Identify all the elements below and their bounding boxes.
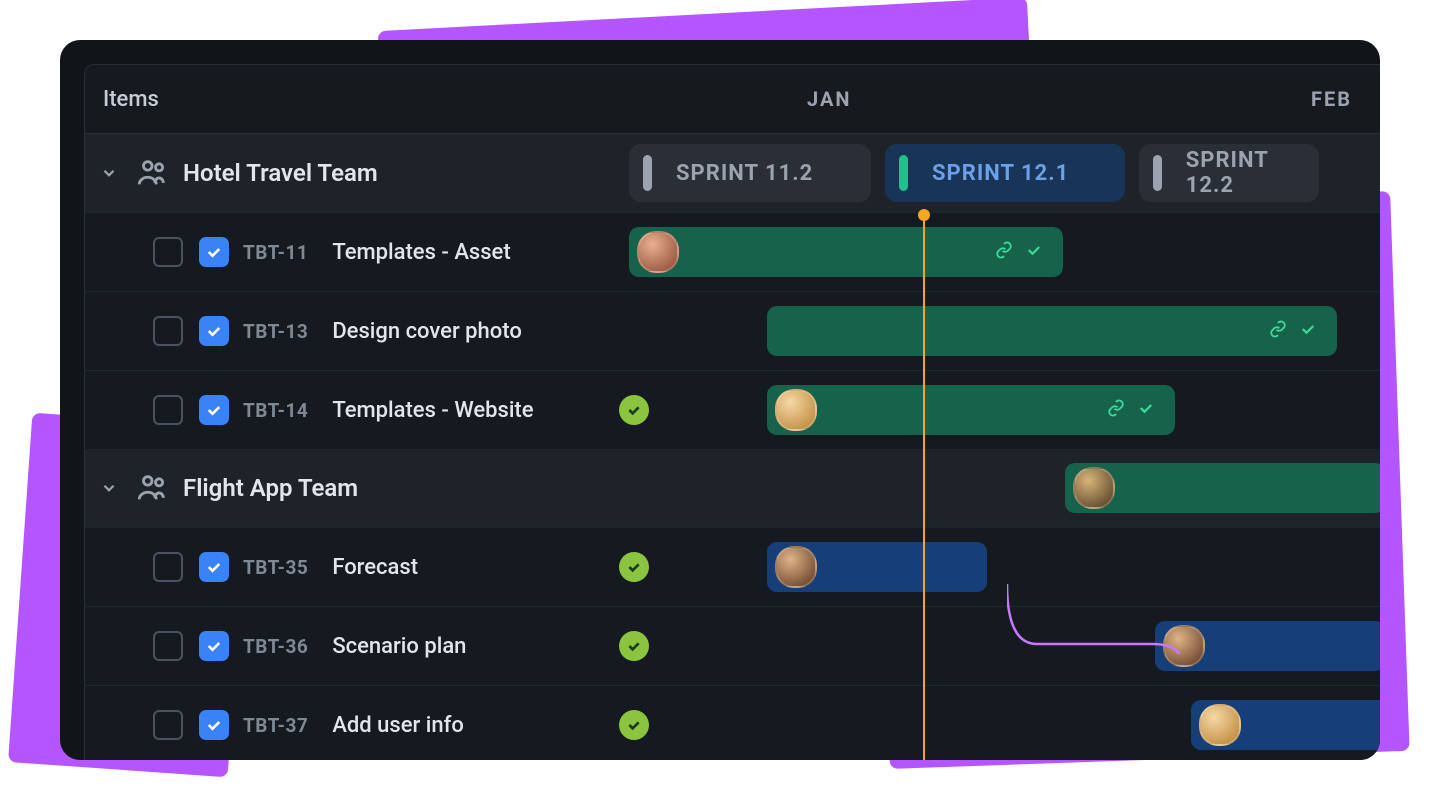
team-icon (135, 471, 169, 505)
check-icon (1137, 399, 1155, 421)
chevron-down-icon[interactable] (91, 470, 127, 506)
task-title: Design cover photo (332, 319, 522, 344)
sprint-handle (643, 155, 652, 191)
checkbox-unchecked[interactable] (153, 237, 183, 267)
task-id: TBT-11 (243, 241, 308, 264)
task-row: TBT-36 Scenario plan (85, 606, 1380, 685)
avatar (1199, 704, 1241, 746)
check-icon (1299, 320, 1317, 342)
today-marker-dot (918, 209, 930, 221)
checkbox-checked[interactable] (199, 710, 229, 740)
checkbox-checked[interactable] (199, 552, 229, 582)
status-done-icon (619, 552, 649, 582)
timeline-header: Items JAN FEB (85, 65, 1380, 134)
team-name: Flight App Team (183, 474, 358, 502)
sprint-label: SPRINT 11.2 (676, 161, 813, 186)
sprint-pill-active[interactable]: SPRINT 12.1 (885, 144, 1125, 202)
checkbox-checked[interactable] (199, 395, 229, 425)
task-row: TBT-35 Forecast (85, 527, 1380, 606)
month-label-feb: FEB (1311, 87, 1380, 111)
checkbox-checked[interactable] (199, 631, 229, 661)
avatar (1163, 625, 1205, 667)
team-icon (135, 156, 169, 190)
task-title: Templates - Asset (332, 240, 510, 265)
link-icon[interactable] (995, 241, 1013, 263)
team-group-row[interactable]: Flight App Team (85, 449, 1380, 527)
today-marker-line (923, 212, 925, 760)
team-group-row[interactable]: Hotel Travel Team SPRINT 11.2 SPRINT 12.… (85, 134, 1380, 212)
task-row: TBT-37 Add user info (85, 685, 1380, 760)
task-row: TBT-13 Design cover photo (85, 291, 1380, 370)
checkbox-unchecked[interactable] (153, 316, 183, 346)
task-row: TBT-11 Templates - Asset (85, 212, 1380, 291)
link-icon[interactable] (1107, 399, 1125, 421)
sprint-pill[interactable]: SPRINT 12.2 (1139, 144, 1319, 202)
sprint-handle (899, 155, 908, 191)
items-column-label: Items (85, 87, 625, 112)
task-title: Templates - Website (332, 398, 533, 423)
avatar (775, 546, 817, 588)
status-done-icon (619, 631, 649, 661)
link-icon[interactable] (1269, 320, 1287, 342)
sprint-handle (1153, 155, 1162, 191)
task-id: TBT-14 (243, 399, 308, 422)
task-id: TBT-36 (243, 635, 308, 658)
task-id: TBT-13 (243, 320, 308, 343)
avatar (1073, 467, 1115, 509)
sprint-label: SPRINT 12.2 (1186, 148, 1319, 198)
timeline-panel: Items JAN FEB Hotel Travel Team SPRINT 1… (60, 40, 1380, 760)
task-id: TBT-37 (243, 714, 308, 737)
task-bar[interactable] (767, 385, 1175, 435)
group-summary-bar[interactable] (1065, 463, 1380, 513)
checkbox-checked[interactable] (199, 316, 229, 346)
avatar (775, 389, 817, 431)
task-row: TBT-14 Templates - Website (85, 370, 1380, 449)
checkbox-unchecked[interactable] (153, 395, 183, 425)
checkbox-unchecked[interactable] (153, 631, 183, 661)
month-label-jan: JAN (625, 87, 852, 111)
team-name: Hotel Travel Team (183, 159, 378, 187)
checkbox-checked[interactable] (199, 237, 229, 267)
checkbox-unchecked[interactable] (153, 552, 183, 582)
task-bar[interactable] (629, 227, 1063, 277)
task-bar[interactable] (1155, 621, 1380, 671)
task-bar[interactable] (767, 306, 1337, 356)
task-title: Scenario plan (332, 634, 466, 659)
status-done-icon (619, 395, 649, 425)
task-id: TBT-35 (243, 556, 308, 579)
sprint-label: SPRINT 12.1 (932, 161, 1069, 186)
check-icon (1025, 241, 1043, 263)
task-bar[interactable] (767, 542, 987, 592)
sprint-pill[interactable]: SPRINT 11.2 (629, 144, 871, 202)
checkbox-unchecked[interactable] (153, 710, 183, 740)
task-title: Forecast (332, 555, 418, 580)
status-done-icon (619, 710, 649, 740)
chevron-down-icon[interactable] (91, 155, 127, 191)
task-title: Add user info (332, 713, 464, 738)
task-bar[interactable] (1191, 700, 1380, 750)
avatar (637, 231, 679, 273)
